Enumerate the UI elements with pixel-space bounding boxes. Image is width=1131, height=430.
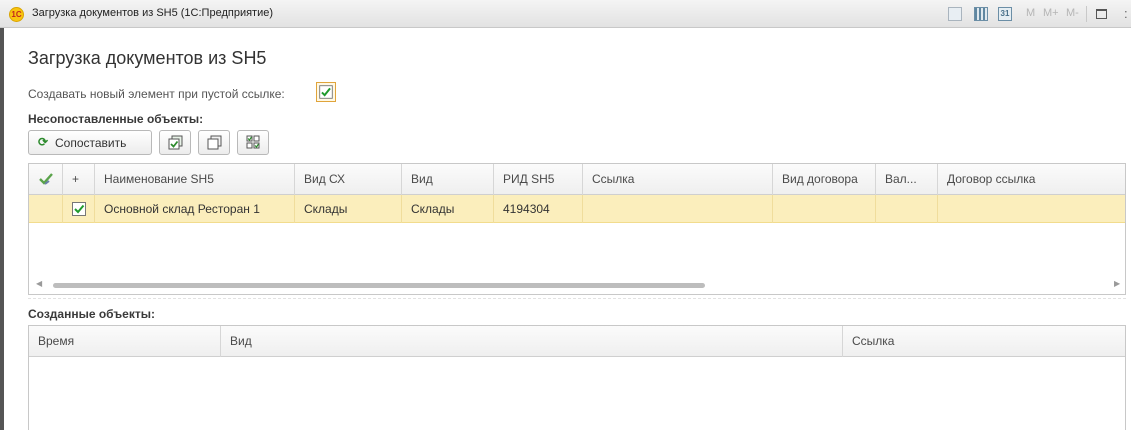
cell-rid-sh5[interactable]: 4194304 [494,195,583,223]
cell-contract-link[interactable] [938,195,1125,223]
invert-selection-icon [246,135,260,149]
window-left-edge [0,28,4,430]
table-header: Время Вид Ссылка [29,326,1125,357]
scrollbar-thumb[interactable] [53,283,706,288]
cell-currency[interactable] [876,195,938,223]
create-new-label: Создавать новый элемент при пустой ссылк… [28,87,285,101]
column-plus[interactable]: + [63,164,95,195]
scroll-right-arrow-icon[interactable]: ▶ [1114,279,1120,288]
window-titlebar: 1С Загрузка документов из SH5 (1С:Предпр… [0,0,1131,28]
app-logo-icon: 1С [9,7,24,22]
check-all-icon [168,135,183,150]
memory-minus-button[interactable]: M- [1066,7,1079,19]
unmatched-objects-table[interactable]: + Наименование SH5 Вид СХ Вид РИД SH5 Сс… [28,163,1126,295]
column-time[interactable]: Время [29,326,221,357]
cell-link[interactable] [583,195,773,223]
invert-selection-button[interactable] [237,130,269,155]
column-link[interactable]: Ссылка [583,164,773,195]
created-objects-table[interactable]: Время Вид Ссылка [28,325,1126,430]
uncheck-all-button[interactable] [198,130,230,155]
titlebar-divider [1086,6,1087,22]
check-column-icon [39,173,53,185]
created-section-title: Созданные объекты: [28,307,155,321]
cell-vid[interactable]: Склады [402,195,494,223]
row-marker-cell [29,195,63,223]
close-icon[interactable]: : [1124,6,1128,21]
horizontal-scrollbar[interactable] [53,283,1105,288]
column-vid[interactable]: Вид [402,164,494,195]
column-vid-sx[interactable]: Вид СХ [295,164,402,195]
table-row[interactable]: Основной склад Ресторан 1 Склады Склады … [29,195,1125,223]
checkmark-icon [319,85,333,99]
match-button[interactable]: ⟳ Сопоставить [28,130,152,155]
row-check-cell[interactable] [63,195,95,223]
column-rid-sh5[interactable]: РИД SH5 [494,164,583,195]
create-new-checkbox[interactable] [316,82,336,102]
column-link[interactable]: Ссылка [843,326,1125,357]
column-type[interactable]: Вид [221,326,843,357]
calculator-icon[interactable] [974,7,988,21]
unmatched-section-title: Несопоставленные объекты: [28,112,204,126]
cell-vid-sx[interactable]: Склады [295,195,402,223]
refresh-icon: ⟳ [38,135,49,149]
row-checkbox[interactable] [71,201,87,217]
scroll-left-arrow-icon[interactable]: ◀ [36,279,42,288]
form-title: Загрузка документов из SH5 [28,48,267,68]
column-name-sh5[interactable]: Наименование SH5 [95,164,295,195]
check-all-button[interactable] [159,130,191,155]
table-header: + Наименование SH5 Вид СХ Вид РИД SH5 Сс… [29,164,1125,195]
window-title: Загрузка документов из SH5 (1С:Предприят… [32,7,274,19]
match-button-label: Сопоставить [55,136,127,150]
memory-button[interactable]: M [1026,7,1035,19]
column-currency[interactable]: Вал... [876,164,938,195]
document-icon[interactable] [948,7,962,21]
section-divider [28,298,1126,299]
maximize-icon[interactable] [1096,9,1107,19]
cell-name-sh5[interactable]: Основной склад Ресторан 1 [95,195,295,223]
memory-plus-button[interactable]: M+ [1043,7,1059,19]
calendar-icon[interactable]: 31 [998,7,1012,21]
column-contract-link[interactable]: Договор ссылка [938,164,1125,195]
column-check[interactable] [29,164,63,195]
cell-contract-type[interactable] [773,195,876,223]
column-contract-type[interactable]: Вид договора [773,164,876,195]
uncheck-all-icon [207,135,222,150]
